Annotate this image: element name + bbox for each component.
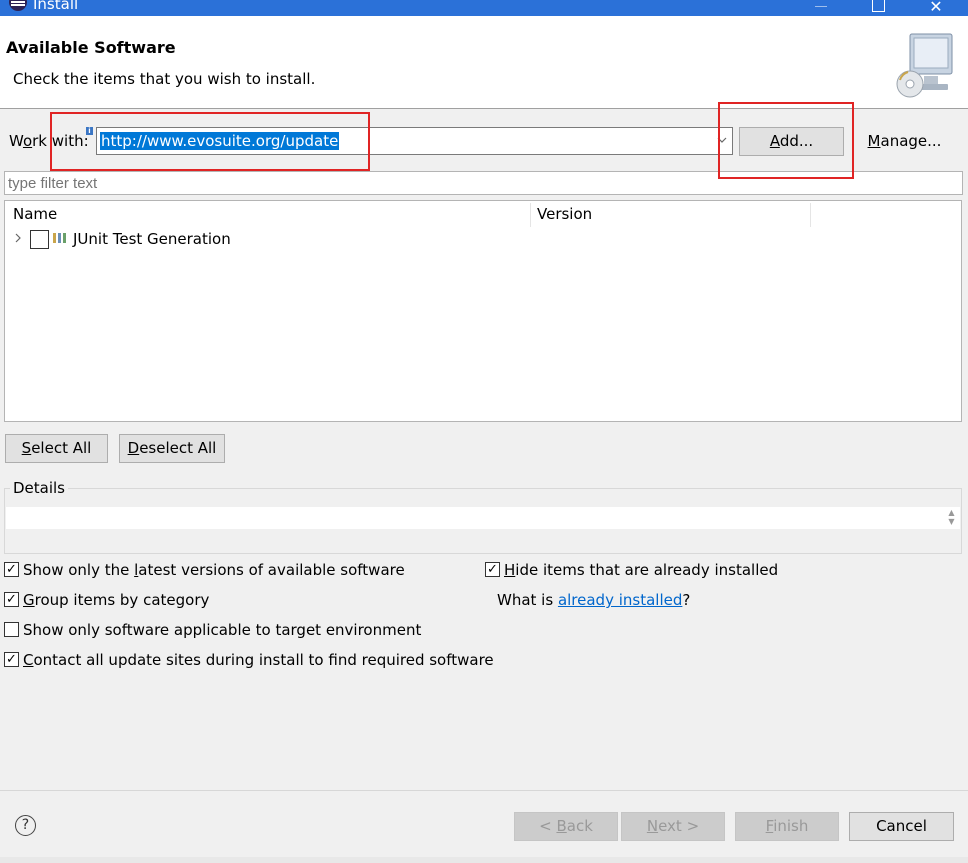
hide-installed-checkbox[interactable]: ✓ — [485, 562, 500, 577]
back-mnemonic: B — [556, 817, 567, 835]
next-mnemonic: N — [646, 817, 659, 835]
hide-label: ide items that are already installed — [515, 561, 779, 579]
cancel-button[interactable]: Cancel — [849, 812, 954, 841]
what-is-label: What is — [497, 591, 558, 609]
group-label: roup items by category — [34, 591, 210, 609]
maximize-icon[interactable] — [855, 0, 901, 16]
manage-button-label: anage... — [880, 132, 942, 150]
install-computer-icon — [896, 33, 953, 98]
column-header-version[interactable]: Version — [537, 205, 592, 223]
software-tree-table[interactable]: Name Version JUnit Test Generation — [4, 200, 962, 422]
work-with-combo[interactable]: http://www.evosuite.org/update — [96, 127, 733, 155]
column-divider[interactable] — [530, 203, 531, 227]
next-button[interactable]: Next > — [621, 812, 725, 841]
background-window-strip — [0, 857, 968, 863]
row-label: JUnit Test Generation — [73, 230, 231, 248]
eclipse-app-icon — [9, 0, 27, 11]
manage-button-mnemonic: M — [867, 132, 881, 150]
back-label-pre: < — [539, 817, 557, 835]
group-mnemonic: G — [23, 591, 35, 609]
deselect-all-button[interactable]: Deselect All — [119, 434, 225, 463]
manage-button[interactable]: Manage... — [853, 127, 956, 156]
help-icon[interactable]: ? — [15, 815, 36, 836]
contact-mnemonic: C — [23, 651, 34, 669]
footer-divider — [0, 790, 968, 791]
select-all-button[interactable]: Select All — [5, 434, 108, 463]
filter-input[interactable] — [4, 171, 963, 195]
details-text-area[interactable]: ▲ ▼ — [6, 507, 960, 529]
minimize-icon[interactable] — [798, 0, 844, 16]
details-label: Details — [10, 479, 69, 497]
page-title: Available Software — [6, 38, 176, 57]
add-button[interactable]: Add... — [739, 127, 844, 156]
table-row[interactable]: JUnit Test Generation — [5, 229, 961, 251]
back-button[interactable]: < Back — [514, 812, 618, 841]
what-is-installed-text: What is already installed? — [497, 591, 690, 609]
finish-button[interactable]: Finish — [735, 812, 839, 841]
dialog-header: Available Software Check the items that … — [0, 16, 968, 109]
next-label: ext > — [658, 817, 700, 835]
add-button-label: dd... — [779, 132, 814, 150]
target-label: Show only software applicable to target … — [23, 621, 422, 639]
add-button-mnemonic: A — [769, 132, 780, 150]
group-by-category-checkbox[interactable]: ✓ — [4, 592, 19, 607]
category-icon — [53, 233, 66, 243]
work-with-label-text-rest: rk with: — [32, 132, 89, 150]
show-latest-checkbox[interactable]: ✓ — [4, 562, 19, 577]
select-all-label: elect All — [31, 439, 92, 457]
scroll-arrows-icon[interactable]: ▲ ▼ — [947, 508, 956, 528]
window-title: Install — [33, 0, 79, 13]
work-with-mnemonic: o — [22, 132, 33, 150]
back-label: ack — [566, 817, 593, 835]
column-divider[interactable] — [810, 203, 811, 227]
contact-label: ontact all update sites during install t… — [33, 651, 494, 669]
work-with-label: Work with: — [9, 132, 89, 150]
already-installed-link[interactable]: already installed — [558, 591, 682, 609]
work-with-input-value[interactable]: http://www.evosuite.org/update — [100, 132, 340, 150]
show-latest-label-rest: atest versions of available software — [138, 561, 405, 579]
hide-mnemonic: H — [504, 561, 516, 579]
what-is-question-mark: ? — [682, 591, 691, 609]
page-description: Check the items that you wish to install… — [13, 70, 316, 88]
show-latest-label: Show only the — [23, 561, 135, 579]
target-environment-checkbox[interactable] — [4, 622, 19, 637]
deselect-all-mnemonic: D — [127, 439, 140, 457]
close-icon[interactable]: ✕ — [913, 0, 959, 16]
chevron-down-icon[interactable] — [716, 133, 728, 147]
finish-label: inish — [773, 817, 809, 835]
contact-update-sites-checkbox[interactable]: ✓ — [4, 652, 19, 667]
column-header-name[interactable]: Name — [13, 205, 57, 223]
title-bar: Install ✕ — [0, 0, 968, 16]
deselect-all-label: eselect All — [139, 439, 217, 457]
row-checkbox[interactable] — [30, 230, 49, 249]
info-decorator-icon: i — [86, 127, 93, 135]
select-all-mnemonic: S — [21, 439, 32, 457]
chevron-right-icon[interactable] — [14, 230, 22, 248]
work-with-label-text: W — [9, 132, 23, 150]
